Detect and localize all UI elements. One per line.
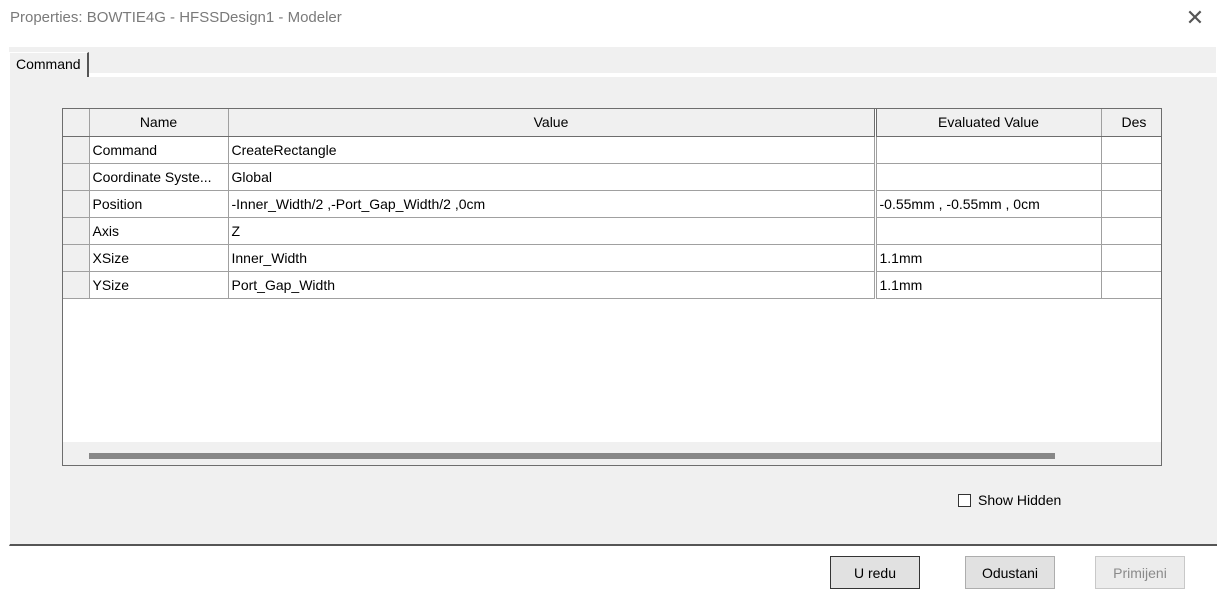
cell-evaluated-value bbox=[873, 216, 1102, 245]
cell-name[interactable]: YSize bbox=[88, 270, 229, 299]
cell-name[interactable]: Command bbox=[88, 135, 229, 164]
cell-name[interactable]: Position bbox=[88, 189, 229, 218]
cell-evaluated-value bbox=[873, 162, 1102, 191]
ok-button[interactable]: U redu bbox=[830, 556, 920, 589]
row-selector[interactable] bbox=[63, 162, 90, 191]
close-icon[interactable]: ✕ bbox=[1173, 0, 1217, 36]
column-header-value[interactable]: Value bbox=[227, 109, 876, 137]
column-header-name[interactable]: Name bbox=[88, 109, 229, 137]
header-row: Name Value Evaluated Value Des bbox=[63, 109, 1161, 137]
row-selector[interactable] bbox=[63, 270, 90, 299]
properties-grid: Name Value Evaluated Value Des Command C… bbox=[62, 108, 1162, 466]
show-hidden-checkbox[interactable] bbox=[958, 493, 971, 507]
cell-name[interactable]: Axis bbox=[88, 216, 229, 245]
cell-evaluated-value: 1.1mm bbox=[873, 243, 1102, 272]
cell-description[interactable] bbox=[1100, 162, 1161, 191]
row-selector[interactable] bbox=[63, 135, 90, 164]
cell-description[interactable] bbox=[1100, 243, 1161, 272]
row-selector[interactable] bbox=[63, 216, 90, 245]
table-row[interactable]: Command CreateRectangle bbox=[63, 135, 1161, 164]
tab-strip bbox=[9, 47, 1216, 73]
cell-evaluated-value: 1.1mm bbox=[873, 270, 1102, 299]
cancel-button[interactable]: Odustani bbox=[965, 556, 1055, 589]
cell-name[interactable]: XSize bbox=[88, 243, 229, 272]
cell-description[interactable] bbox=[1100, 216, 1161, 245]
window-title: Properties: BOWTIE4G - HFSSDesign1 - Mod… bbox=[10, 9, 342, 26]
cell-description[interactable] bbox=[1100, 270, 1161, 299]
cell-value[interactable]: Port_Gap_Width bbox=[227, 270, 876, 299]
cell-evaluated-value bbox=[873, 135, 1102, 164]
cell-name[interactable]: Coordinate Syste... bbox=[88, 162, 229, 191]
scrollbar-thumb[interactable] bbox=[89, 453, 1055, 459]
cell-evaluated-value: -0.55mm , -0.55mm , 0cm bbox=[873, 189, 1102, 218]
cell-value[interactable]: Inner_Width bbox=[227, 243, 876, 272]
table-row[interactable]: Coordinate Syste... Global bbox=[63, 162, 1161, 191]
column-header-evaluated-value[interactable]: Evaluated Value bbox=[873, 109, 1102, 137]
row-selector[interactable] bbox=[63, 243, 90, 272]
table-row[interactable]: XSize Inner_Width 1.1mm bbox=[63, 243, 1161, 272]
cell-value[interactable]: -Inner_Width/2 ,-Port_Gap_Width/2 ,0cm bbox=[227, 189, 876, 218]
apply-button[interactable]: Primijeni bbox=[1095, 556, 1185, 589]
table-row[interactable]: Axis Z bbox=[63, 216, 1161, 245]
tab-command[interactable]: Command bbox=[9, 52, 89, 77]
cell-value[interactable]: CreateRectangle bbox=[227, 135, 876, 164]
column-header-description[interactable]: Des bbox=[1100, 109, 1161, 137]
table-row[interactable]: Position -Inner_Width/2 ,-Port_Gap_Width… bbox=[63, 189, 1161, 218]
cell-description[interactable] bbox=[1100, 189, 1161, 218]
cell-value[interactable]: Z bbox=[227, 216, 876, 245]
row-selector[interactable] bbox=[63, 189, 90, 218]
show-hidden-label: Show Hidden bbox=[978, 492, 1062, 508]
cell-description[interactable] bbox=[1100, 135, 1161, 164]
corner-cell[interactable] bbox=[63, 109, 90, 137]
show-hidden-option[interactable]: Show Hidden bbox=[958, 492, 1061, 508]
horizontal-scrollbar[interactable] bbox=[63, 442, 1161, 465]
title-bar: Properties: BOWTIE4G - HFSSDesign1 - Mod… bbox=[0, 0, 1217, 36]
properties-table: Name Value Evaluated Value Des Command C… bbox=[63, 109, 1161, 299]
cell-value[interactable]: Global bbox=[227, 162, 876, 191]
table-row[interactable]: YSize Port_Gap_Width 1.1mm bbox=[63, 270, 1161, 299]
